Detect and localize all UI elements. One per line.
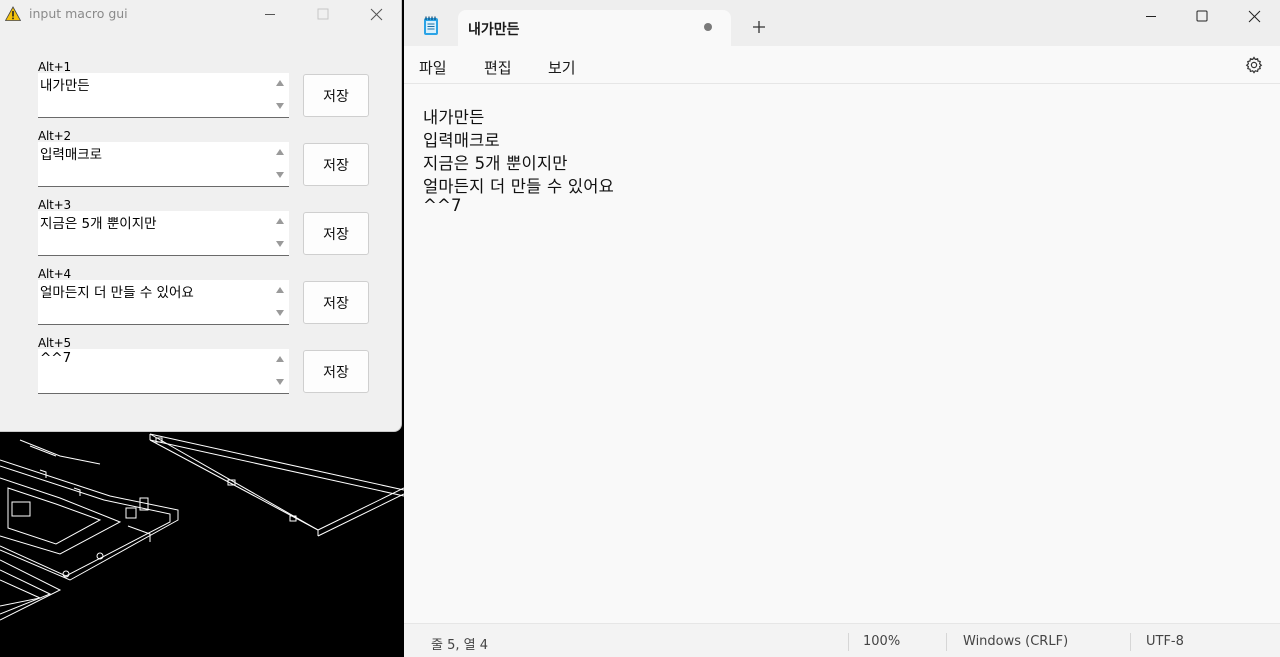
- scrollbar[interactable]: [271, 211, 289, 255]
- macro-text-field[interactable]: 입력매크로: [38, 142, 289, 187]
- save-button[interactable]: 저장: [303, 281, 369, 324]
- scroll-up-icon[interactable]: [275, 78, 285, 88]
- macro-text-field[interactable]: ^^7: [38, 349, 289, 394]
- macro-window: input macro gui Alt+1 내가만든 저장 Alt+2 입력매크…: [0, 0, 402, 432]
- minimize-icon: [265, 14, 275, 15]
- close-button[interactable]: [353, 0, 399, 28]
- maximize-button[interactable]: [1176, 0, 1228, 32]
- macro-text-field[interactable]: 내가만든: [38, 73, 289, 118]
- notepad-icon: [424, 16, 438, 35]
- hotkey-label: Alt+1: [38, 60, 71, 74]
- maximize-button[interactable]: [300, 0, 346, 28]
- macro-text-field[interactable]: 얼마든지 더 만들 수 있어요: [38, 280, 289, 325]
- scroll-up-icon[interactable]: [275, 354, 285, 364]
- close-icon: [370, 8, 382, 20]
- hotkey-label: Alt+5: [38, 336, 71, 350]
- text-editor[interactable]: 내가만든 입력매크로 지금은 5개 뿐이지만 얼마든지 더 만들 수 있어요 ^…: [404, 85, 1280, 622]
- status-divider: [946, 633, 947, 651]
- zoom-level[interactable]: 100%: [863, 634, 900, 649]
- scrollbar[interactable]: [271, 73, 289, 117]
- menu-edit[interactable]: 편집: [484, 57, 512, 78]
- hotkey-label: Alt+3: [38, 198, 71, 212]
- line-ending[interactable]: Windows (CRLF): [963, 634, 1068, 649]
- gear-icon[interactable]: [1245, 56, 1263, 74]
- new-tab-icon[interactable]: [749, 17, 769, 37]
- hotkey-label: Alt+4: [38, 267, 71, 281]
- unsaved-dot-icon[interactable]: [704, 23, 712, 31]
- scroll-down-icon[interactable]: [275, 377, 285, 387]
- background-cad-drawing: [0, 433, 404, 621]
- maximize-icon: [1196, 10, 1208, 22]
- close-button[interactable]: [1228, 0, 1280, 32]
- save-button[interactable]: 저장: [303, 74, 369, 117]
- cursor-position: 줄 5, 열 4: [431, 638, 488, 653]
- scroll-up-icon[interactable]: [275, 216, 285, 226]
- scroll-down-icon[interactable]: [275, 170, 285, 180]
- scrollbar[interactable]: [271, 142, 289, 186]
- notepad-window: 내가만든 파일 편집 보기 내가만든 입력매크로 지금은 5개 뿐이지만 얼마든…: [404, 0, 1280, 657]
- scroll-up-icon[interactable]: [275, 147, 285, 157]
- editor-line: 내가만든: [423, 108, 485, 127]
- editor-line: ^^7: [423, 196, 462, 215]
- editor-line: 얼마든지 더 만들 수 있어요: [423, 177, 614, 196]
- tab-document[interactable]: 내가만든: [458, 10, 731, 46]
- warning-icon: [5, 6, 21, 21]
- status-divider: [848, 633, 849, 651]
- maximize-icon: [317, 8, 329, 20]
- hotkey-label: Alt+2: [38, 129, 71, 143]
- scroll-down-icon[interactable]: [275, 101, 285, 111]
- editor-line: 입력매크로: [423, 131, 500, 150]
- menu-file[interactable]: 파일: [419, 57, 447, 78]
- editor-line: 지금은 5개 뿐이지만: [423, 154, 568, 173]
- close-icon: [1248, 10, 1260, 22]
- minimize-icon: [1146, 16, 1156, 17]
- macro-text: 지금은 5개 뿐이지만: [40, 216, 157, 232]
- macro-text: 얼마든지 더 만들 수 있어요: [40, 285, 194, 301]
- macro-text: ^^7: [40, 350, 72, 366]
- notepad-menubar: 파일 편집 보기: [404, 46, 1280, 84]
- scroll-down-icon[interactable]: [275, 308, 285, 318]
- minimize-button[interactable]: [1125, 0, 1177, 32]
- scroll-down-icon[interactable]: [275, 239, 285, 249]
- save-button[interactable]: 저장: [303, 212, 369, 255]
- macro-text: 내가만든: [40, 78, 90, 94]
- tab-title: 내가만든: [468, 22, 520, 38]
- scrollbar[interactable]: [271, 349, 289, 393]
- menu-view[interactable]: 보기: [548, 57, 576, 78]
- macro-window-title: input macro gui: [29, 6, 128, 21]
- save-button[interactable]: 저장: [303, 143, 369, 186]
- status-divider: [1130, 633, 1131, 651]
- notepad-tabbar[interactable]: 내가만든: [404, 0, 1280, 46]
- macro-text: 입력매크로: [40, 147, 103, 163]
- scroll-up-icon[interactable]: [275, 285, 285, 295]
- macro-titlebar[interactable]: input macro gui: [0, 0, 401, 28]
- minimize-button[interactable]: [247, 0, 293, 28]
- status-bar: 줄 5, 열 4 100% Windows (CRLF) UTF-8: [404, 623, 1280, 657]
- macro-text-field[interactable]: 지금은 5개 뿐이지만: [38, 211, 289, 256]
- encoding[interactable]: UTF-8: [1146, 634, 1184, 649]
- scrollbar[interactable]: [271, 280, 289, 324]
- save-button[interactable]: 저장: [303, 350, 369, 393]
